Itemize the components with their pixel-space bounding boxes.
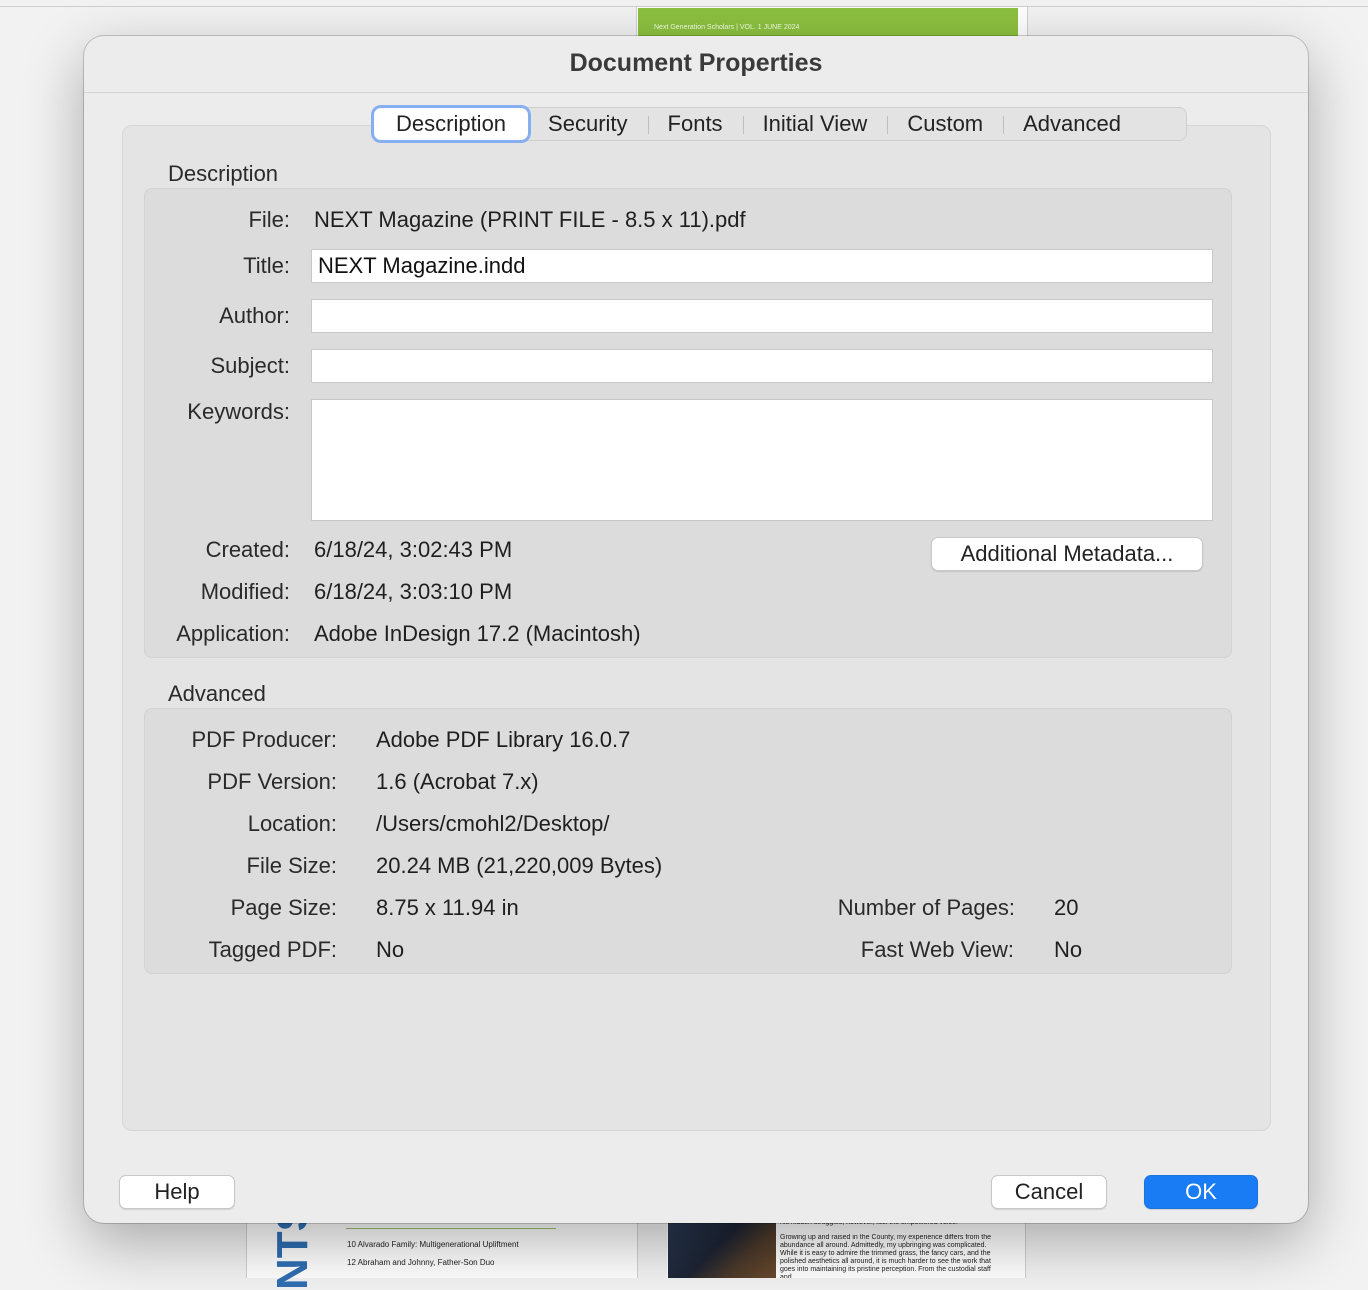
- application-label: Application:: [176, 621, 290, 646]
- tab-custom[interactable]: Custom: [887, 107, 1003, 141]
- page-size-label: Page Size:: [230, 895, 337, 920]
- fast-web-view-value: No: [1054, 937, 1083, 962]
- created-value: 6/18/24, 3:02:43 PM: [314, 537, 513, 562]
- tab-bar: Description Security Fonts Initial View …: [371, 107, 1187, 141]
- location-label: Location:: [247, 811, 337, 836]
- subject-label: Subject:: [210, 353, 291, 378]
- file-value: NEXT Magazine (PRINT FILE - 8.5 x 11).pd…: [314, 207, 746, 232]
- background-photo: [668, 1222, 776, 1278]
- author-label: Author:: [219, 303, 290, 328]
- tab-advanced[interactable]: Advanced: [1003, 107, 1141, 141]
- pdf-version-label: PDF Version:: [207, 769, 337, 794]
- file-label: File:: [248, 207, 290, 232]
- pdf-producer-label: PDF Producer:: [191, 727, 338, 752]
- tab-fonts[interactable]: Fonts: [647, 107, 743, 141]
- pdf-version-value: 1.6 (Acrobat 7.x): [376, 769, 539, 794]
- help-button[interactable]: Help: [119, 1175, 235, 1209]
- dialog-title: Document Properties: [84, 36, 1308, 93]
- file-size-value: 20.24 MB (21,220,009 Bytes): [376, 853, 663, 878]
- background-rule: [346, 1228, 556, 1229]
- tab-description[interactable]: Description: [374, 108, 529, 140]
- additional-metadata-button[interactable]: Additional Metadata...: [931, 537, 1203, 571]
- advanced-section-label: Advanced: [168, 681, 266, 706]
- pdf-producer-value: Adobe PDF Library 16.0.7: [376, 727, 631, 752]
- title-label: Title:: [243, 253, 290, 278]
- background-paragraph: Growing up and raised in the County, my …: [780, 1234, 992, 1278]
- number-of-pages-label: Number of Pages:: [837, 895, 1015, 920]
- description-section-label: Description: [168, 161, 279, 186]
- modified-label: Modified:: [200, 579, 290, 604]
- modified-value: 6/18/24, 3:03:10 PM: [314, 579, 513, 604]
- background-header-strip: Next Generation Scholars | VOL. 1 JUNE 2…: [638, 8, 1018, 38]
- tagged-pdf-label: Tagged PDF:: [208, 937, 337, 962]
- application-value: Adobe InDesign 17.2 (Macintosh): [314, 621, 641, 646]
- author-field[interactable]: [311, 299, 1213, 333]
- fast-web-view-label: Fast Web View:: [860, 937, 1014, 962]
- tagged-pdf-value: No: [376, 937, 405, 962]
- subject-field[interactable]: [311, 349, 1213, 383]
- created-label: Created:: [205, 537, 290, 562]
- tab-security[interactable]: Security: [528, 107, 647, 141]
- keywords-label: Keywords:: [187, 399, 290, 424]
- location-value: /Users/cmohl2/Desktop/: [376, 811, 610, 836]
- cancel-button[interactable]: Cancel: [991, 1175, 1107, 1209]
- background-toc-item: 10 Alvarado Family: Multigenerational Up…: [347, 1240, 519, 1249]
- background-toc-item: 12 Abraham and Johnny, Father-Son Duo: [347, 1258, 495, 1267]
- page-size-value: 8.75 x 11.94 in: [376, 895, 519, 920]
- ok-button[interactable]: OK: [1144, 1175, 1258, 1209]
- tab-initial-view[interactable]: Initial View: [742, 107, 888, 141]
- keywords-field[interactable]: [311, 399, 1213, 521]
- document-properties-dialog: Document Properties Description Security…: [84, 36, 1308, 1223]
- title-field[interactable]: [311, 249, 1213, 283]
- number-of-pages-value: 20: [1054, 895, 1079, 920]
- file-size-label: File Size:: [246, 853, 337, 878]
